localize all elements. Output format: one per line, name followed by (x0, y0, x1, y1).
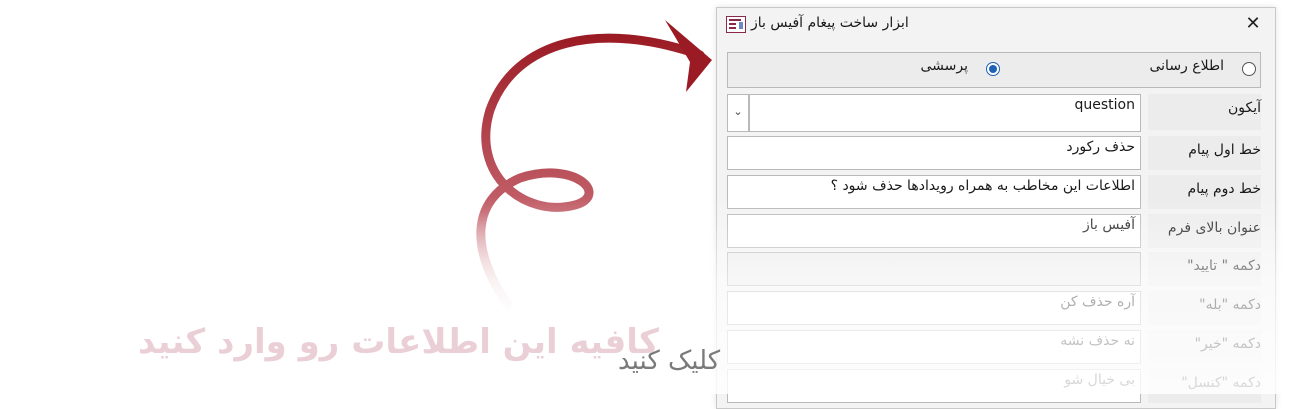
chevron-down-icon[interactable]: ⌄ (727, 94, 749, 132)
radio-info[interactable] (1242, 62, 1256, 76)
icon-combo[interactable]: question (749, 94, 1141, 132)
close-icon[interactable]: ✕ (1243, 14, 1263, 34)
line1-input[interactable]: حذف رکورد (727, 136, 1141, 170)
title-bar: ابزار ساخت پیغام آفیس باز ✕ (717, 8, 1275, 42)
form-title-label: عنوان بالای فرم (1148, 214, 1261, 248)
radio-question[interactable] (986, 62, 1000, 76)
message-builder-dialog: ابزار ساخت پیغام آفیس باز ✕ اطلاع رسانی … (716, 7, 1276, 409)
instruction-text: کافیه این اطلاعات رو وارد کنید (138, 322, 659, 362)
ok-button-label: دکمه " تایید" (1148, 252, 1261, 286)
radio-info-label[interactable]: اطلاع رسانی (1149, 58, 1224, 74)
yes-button-label: دکمه "بله" (1148, 291, 1261, 325)
tutorial-canvas: ابزار ساخت پیغام آفیس باز ✕ اطلاع رسانی … (0, 0, 1300, 409)
ok-button-input (727, 252, 1141, 286)
no-button-input[interactable]: نه حذف نشه (727, 330, 1141, 364)
form-title-input[interactable]: آفیس باز (727, 214, 1141, 248)
radio-question-label[interactable]: پرسشی (920, 58, 968, 74)
yes-button-input[interactable]: آره حذف کن (727, 291, 1141, 325)
line2-label: خط دوم پیام (1148, 175, 1261, 209)
form-icon (726, 16, 746, 33)
message-type-group: اطلاع رسانی پرسشی (727, 52, 1261, 88)
no-button-label: دکمه "خیر" (1148, 330, 1261, 364)
cancel-button-label: دکمه "کنسل" (1148, 369, 1261, 403)
line2-input[interactable]: اطلاعات این مخاطب به همراه رویدادها حذف … (727, 175, 1141, 209)
line1-label: خط اول پیام (1148, 136, 1261, 170)
dialog-title: ابزار ساخت پیغام آفیس باز (751, 15, 909, 31)
icon-label: آیکون (1148, 94, 1261, 130)
click-hint-text: کلیک کنید (618, 346, 721, 376)
cancel-button-input[interactable]: بی خیال شو (727, 369, 1141, 403)
